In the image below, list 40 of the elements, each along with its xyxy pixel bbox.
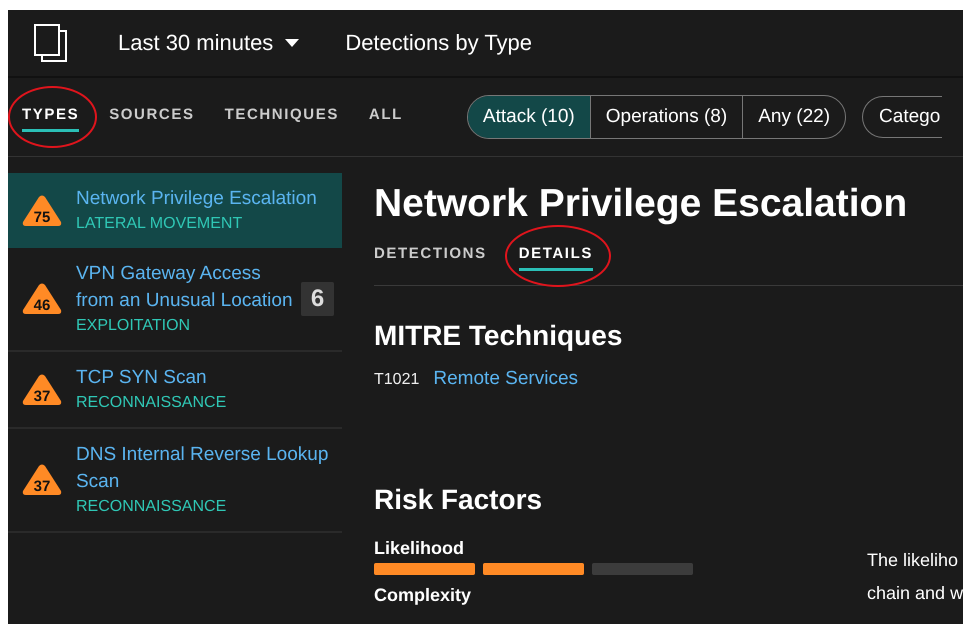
detection-category: EXPLOITATION xyxy=(76,316,192,336)
pages-icon[interactable] xyxy=(33,23,69,63)
technique-id: T1021 xyxy=(374,371,420,389)
technique-link[interactable]: Remote Services xyxy=(433,368,578,390)
detection-category: RECONNAISSANCE xyxy=(76,393,228,413)
filter-segment[interactable]: Attack (10) xyxy=(468,96,590,138)
detection-title: VPN Gateway Access from an Unusual Location xyxy=(76,262,294,313)
detection-title: Network Privilege Escalation xyxy=(76,187,318,211)
filter-segment[interactable]: Any (22) xyxy=(742,96,846,138)
section-heading: MITRE Techniques xyxy=(374,320,624,352)
tab[interactable]: SOURCES xyxy=(109,102,195,132)
time-range-dropdown[interactable]: Last 30 minutes xyxy=(118,30,300,56)
risk-score-icon: 46 xyxy=(22,283,62,315)
risk-factor-label: Complexity xyxy=(374,585,472,606)
filter-segment[interactable]: Operations (8) xyxy=(590,96,742,138)
page-title: Detections by Type xyxy=(345,30,532,56)
risk-description: chain and w xyxy=(867,583,963,604)
tab[interactable]: DETAILS xyxy=(518,241,593,271)
risk-description: The likeliho xyxy=(867,550,960,571)
detection-heading: Network Privilege Escalation xyxy=(374,181,908,227)
tab[interactable]: ALL xyxy=(368,102,403,132)
risk-factor-label: Likelihood xyxy=(374,538,465,559)
tab[interactable]: TYPES xyxy=(22,102,80,132)
risk-score-icon: 37 xyxy=(22,464,62,496)
risk-score-icon: 75 xyxy=(22,194,62,226)
detection-item[interactable]: 75 Network Privilege Escalation LATERAL MOVEMENT xyxy=(8,173,342,248)
count-badge: 6 xyxy=(301,282,334,316)
caret-icon xyxy=(285,39,300,47)
detection-item[interactable]: 37 TCP SYN Scan RECONNAISSANCE xyxy=(8,352,342,429)
category-button[interactable]: Catego xyxy=(862,96,942,138)
section-heading: Risk Factors xyxy=(374,484,544,516)
risk-score-icon: 37 xyxy=(22,374,62,406)
detection-item[interactable]: 46 VPN Gateway Access from an Unusual Location EXPLOITATION 6 xyxy=(8,248,342,352)
detection-category: LATERAL MOVEMENT xyxy=(76,214,244,234)
tab[interactable]: DETECTIONS xyxy=(374,241,487,271)
tab[interactable]: TECHNIQUES xyxy=(224,102,339,132)
detection-title: TCP SYN Scan xyxy=(76,366,208,390)
detection-item[interactable]: 37 DNS Internal Reverse Lookup Scan RECONNAISSANCE xyxy=(8,429,342,533)
detection-title: DNS Internal Reverse Lookup Scan xyxy=(76,443,330,494)
detection-category: RECONNAISSANCE xyxy=(76,497,228,517)
